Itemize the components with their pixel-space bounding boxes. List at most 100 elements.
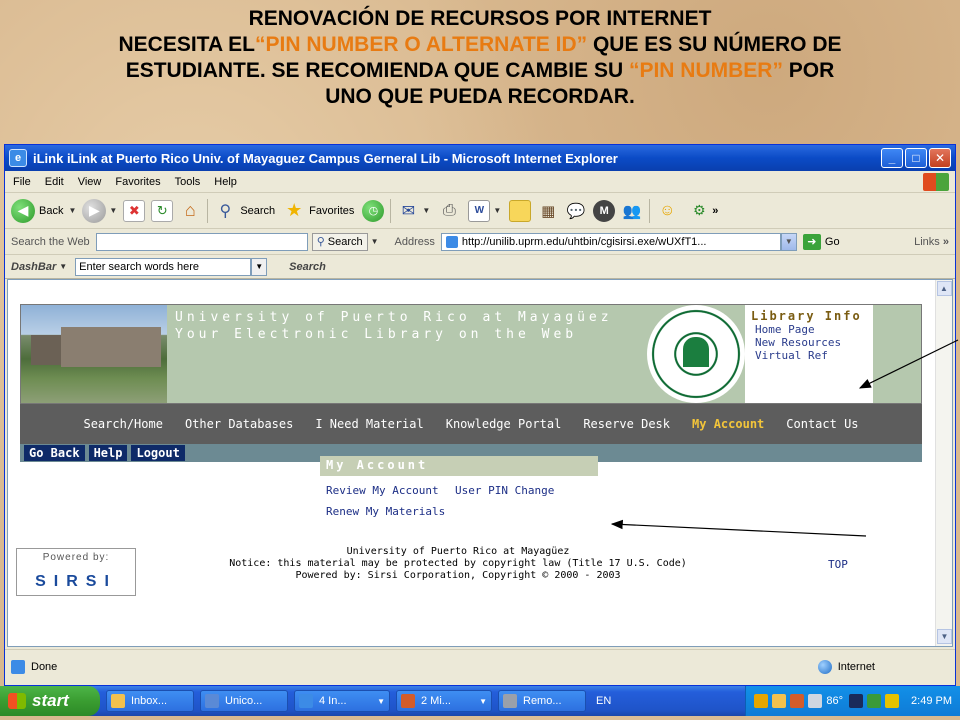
taskbar-item-inbox[interactable]: Inbox... <box>106 690 194 712</box>
web-search-button[interactable]: ⚲ Search <box>311 232 368 251</box>
nav-reserve-desk[interactable]: Reserve Desk <box>583 416 670 433</box>
note-icon[interactable] <box>509 199 532 222</box>
nav-my-account[interactable]: My Account <box>692 416 764 433</box>
taskbar-item-powerpoint[interactable]: 2 Mi... ▼ <box>396 690 492 712</box>
page-status-icon <box>11 659 25 674</box>
dashbar-placeholder: Enter search words here <box>79 260 200 273</box>
my-account-header: My Account <box>320 456 598 476</box>
links-button[interactable]: Links » <box>914 236 949 248</box>
app-icon <box>205 694 219 708</box>
library-page: University of Puerto Rico at Mayagüez Yo… <box>20 304 922 462</box>
sirsi-logo[interactable]: Powered by: SIRSI <box>16 548 136 596</box>
menu-tools[interactable]: Tools <box>175 176 201 188</box>
library-building-photo <box>21 305 167 403</box>
go-back-button[interactable]: Go Back <box>24 445 85 461</box>
nav-knowledge-portal[interactable]: Knowledge Portal <box>446 416 562 433</box>
system-tray: 86° 2:49 PM <box>745 686 960 716</box>
user-pin-change-link[interactable]: User PIN Change <box>455 484 554 497</box>
minimize-button[interactable]: _ <box>881 148 903 168</box>
mail-icon[interactable]: ✉ <box>397 200 419 222</box>
menu-file[interactable]: File <box>13 176 31 188</box>
research-icon[interactable]: ▦ <box>537 200 559 222</box>
address-bar: Search the Web ⚲ Search ▼ Address http:/… <box>5 229 955 255</box>
tray-icon[interactable] <box>772 694 787 708</box>
go-button[interactable]: ➜ Go <box>802 233 840 250</box>
university-seal-icon <box>647 305 745 403</box>
new-resources-link[interactable]: New Resources <box>755 336 867 349</box>
favorites-button[interactable]: ★ Favorites <box>283 200 356 222</box>
dashbar-search-input[interactable]: Enter search words here <box>75 257 252 276</box>
tray-icon[interactable] <box>867 694 882 708</box>
scroll-down-icon[interactable]: ▼ <box>937 629 952 644</box>
search-the-web-label: Search the Web <box>11 235 90 248</box>
library-banner: University of Puerto Rico at Mayagüez Yo… <box>20 304 922 404</box>
print-icon[interactable]: ⎙ <box>438 200 460 222</box>
smiley-icon[interactable]: ☺ <box>656 200 678 222</box>
forward-dropdown-icon[interactable]: ▼ <box>109 206 117 215</box>
taskbar-item-ie[interactable]: 4 In... ▼ <box>294 690 390 712</box>
page-footer: University of Puerto Rico at Mayagüez No… <box>198 546 718 582</box>
web-search-dropdown-icon[interactable]: ▼ <box>371 237 379 246</box>
vertical-scrollbar[interactable]: ▲ ▼ <box>935 280 952 646</box>
messenger-icon[interactable]: 💬 <box>565 200 587 222</box>
toolbar-more-icon[interactable]: » <box>712 205 718 217</box>
footer-line: University of Puerto Rico at Mayagüez <box>346 546 570 557</box>
media-icon[interactable]: M <box>593 199 616 222</box>
menu-edit[interactable]: Edit <box>45 176 64 188</box>
clock[interactable]: 2:49 PM <box>911 695 952 707</box>
dashbar-dropdown-icon[interactable]: ▼ <box>59 262 67 271</box>
search-button[interactable]: ⚲ Search <box>214 200 277 222</box>
back-dropdown-icon[interactable]: ▼ <box>68 206 76 215</box>
weather-temp: 86° <box>826 695 844 707</box>
address-input[interactable]: http://unilib.uprm.edu/uhtbin/cgisirsi.e… <box>440 232 781 251</box>
taskbar-item-unico[interactable]: Unico... <box>200 690 288 712</box>
history-icon[interactable]: ◷ <box>362 199 385 222</box>
back-button[interactable]: ◀ Back ▼ <box>11 198 76 223</box>
address-dropdown-icon[interactable]: ▼ <box>780 232 797 251</box>
edit-word-icon[interactable]: W <box>468 199 491 222</box>
edit-dropdown-icon[interactable]: ▼ <box>493 206 501 215</box>
close-button[interactable]: ✕ <box>929 148 951 168</box>
top-link[interactable]: TOP <box>828 558 848 571</box>
review-my-account-link[interactable]: Review My Account <box>326 484 439 497</box>
scroll-up-icon[interactable]: ▲ <box>936 281 952 296</box>
taskbar-item-remote[interactable]: Remo... <box>498 690 586 712</box>
tray-icon[interactable] <box>754 694 769 708</box>
back-label: Back <box>39 204 64 217</box>
stop-icon[interactable]: ✖ <box>123 199 146 222</box>
settings-icon[interactable]: ⚙ <box>688 200 710 222</box>
search-web-input[interactable] <box>95 232 308 251</box>
virtual-ref-link[interactable]: Virtual Ref <box>755 349 867 362</box>
nav-other-databases[interactable]: Other Databases <box>185 416 293 433</box>
address-url: http://unilib.uprm.edu/uhtbin/cgisirsi.e… <box>461 235 707 248</box>
renew-my-materials-link[interactable]: Renew My Materials <box>326 505 445 518</box>
language-indicator[interactable]: EN <box>596 695 611 707</box>
title-bar[interactable]: e iLink iLink at Puerto Rico Univ. of Ma… <box>5 145 955 171</box>
menu-help[interactable]: Help <box>214 176 237 188</box>
home-icon[interactable]: ⌂ <box>179 200 201 222</box>
nav-contact-us[interactable]: Contact Us <box>786 416 858 433</box>
home-page-link[interactable]: Home Page <box>755 323 867 336</box>
maximize-button[interactable]: □ <box>905 148 927 168</box>
menu-favorites[interactable]: Favorites <box>115 176 160 188</box>
nav-i-need-material[interactable]: I Need Material <box>315 416 423 433</box>
nav-search-home[interactable]: Search/Home <box>83 416 162 433</box>
logout-button[interactable]: Logout <box>131 445 185 461</box>
tray-icon[interactable] <box>808 694 823 708</box>
dashbar-label[interactable]: DashBar <box>11 261 56 273</box>
start-button[interactable]: start <box>0 686 100 716</box>
menu-view[interactable]: View <box>78 176 102 188</box>
mail-dropdown-icon[interactable]: ▼ <box>422 206 430 215</box>
tray-icon[interactable] <box>849 694 864 708</box>
users-icon[interactable]: 👥 <box>621 200 643 222</box>
windows-logo-icon <box>8 693 26 709</box>
tray-icon[interactable] <box>790 694 805 708</box>
refresh-icon[interactable]: ↻ <box>151 199 174 222</box>
dashbar-input-dropdown-icon[interactable]: ▼ <box>251 257 268 276</box>
forward-button[interactable]: ▶ ▼ <box>82 198 117 223</box>
slide-heading: RENOVACIÓN DE RECURSOS POR INTERNET NECE… <box>0 6 960 110</box>
pin-number-highlight: “PIN NUMBER” <box>628 59 783 82</box>
dashbar-search-button[interactable]: Search <box>289 261 326 273</box>
tray-icon[interactable] <box>885 694 900 708</box>
help-button[interactable]: Help <box>88 445 128 461</box>
